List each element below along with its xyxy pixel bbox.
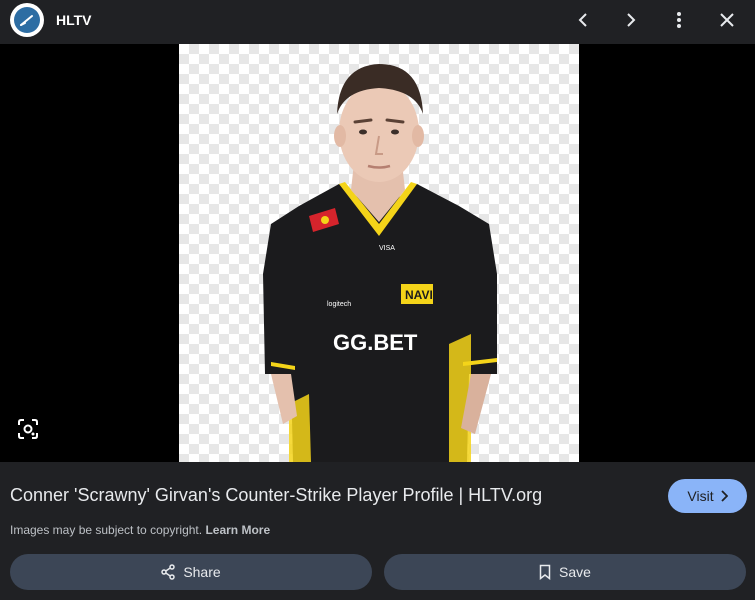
save-button[interactable]: Save	[384, 554, 746, 590]
share-label: Share	[183, 564, 221, 580]
share-icon	[161, 564, 176, 580]
visit-label: Visit	[687, 488, 714, 504]
top-bar: HLTV	[0, 0, 755, 44]
chevron-left-icon[interactable]	[568, 6, 598, 34]
learn-more-link[interactable]: Learn More	[205, 523, 270, 537]
logitech-logo-text: logitech	[327, 301, 351, 308]
player-photo[interactable]: VISA logitech NAVI GG.BET	[179, 44, 579, 462]
lens-search-icon[interactable]	[16, 417, 40, 441]
bookmark-icon	[539, 564, 551, 580]
ggbet-logo-text: GG.BET	[333, 330, 418, 355]
chevron-right-icon	[720, 490, 728, 502]
navi-logo-text: NAVI	[405, 288, 433, 302]
close-icon[interactable]	[712, 6, 742, 34]
copyright-text: Images may be subject to copyright.	[10, 523, 203, 537]
image-title-link[interactable]: Conner 'Scrawny' Girvan's Counter-Strike…	[10, 485, 542, 506]
visit-button[interactable]: Visit	[668, 479, 747, 513]
site-name[interactable]: HLTV	[56, 12, 92, 28]
visa-logo-text: VISA	[379, 245, 395, 252]
save-label: Save	[559, 564, 591, 580]
player-image: VISA logitech NAVI GG.BET	[263, 64, 497, 462]
share-button[interactable]: Share	[10, 554, 372, 590]
image-viewer: VISA logitech NAVI GG.BET	[0, 44, 755, 462]
more-vert-icon[interactable]	[664, 6, 694, 34]
hltv-logo-icon[interactable]	[10, 3, 44, 37]
chevron-right-icon[interactable]	[616, 6, 646, 34]
copyright-notice: Images may be subject to copyright. Lear…	[10, 523, 270, 537]
